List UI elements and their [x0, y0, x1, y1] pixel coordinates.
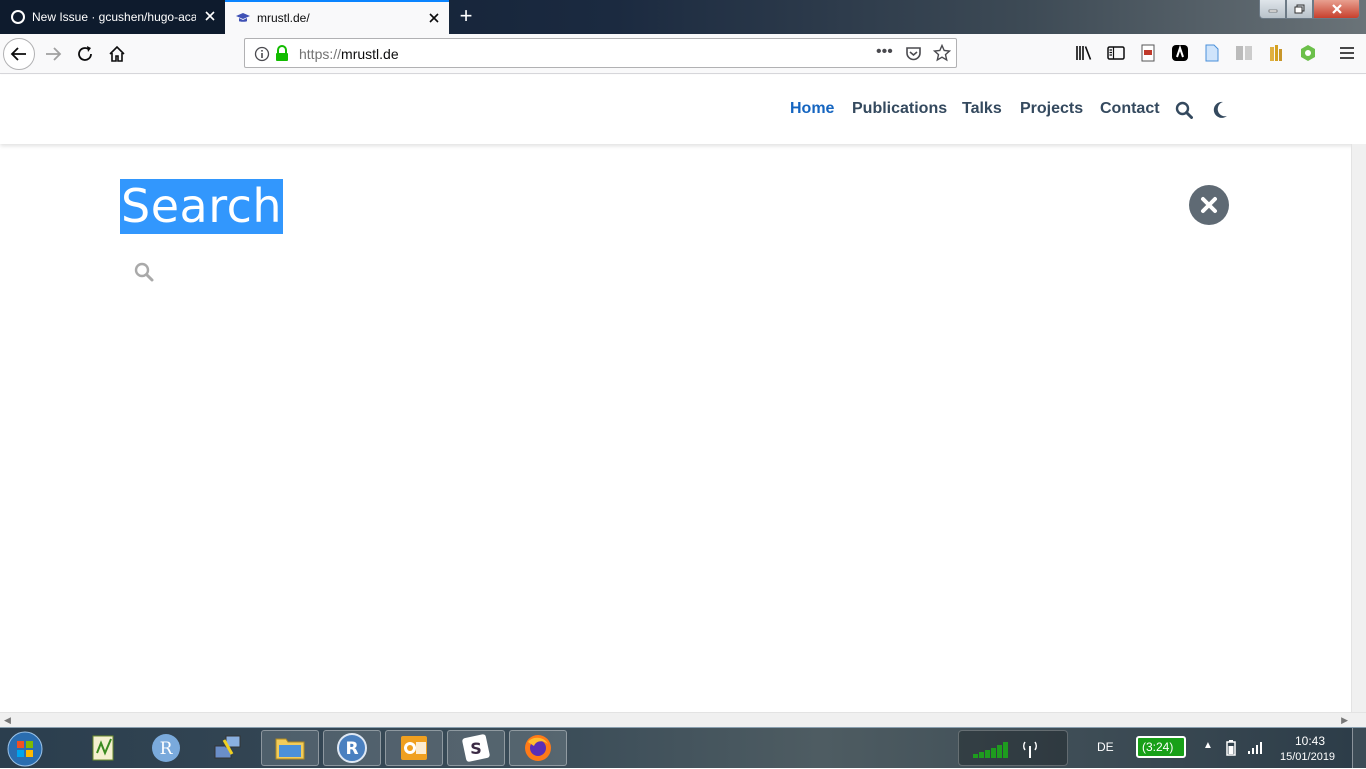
web-page: Home Publications Talks Projects Contact… — [0, 75, 1366, 712]
outlook-icon — [401, 736, 427, 760]
graduation-cap-icon — [235, 10, 251, 26]
extension-black-icon[interactable] — [1170, 43, 1190, 63]
search-icon[interactable] — [1175, 101, 1193, 124]
folder-icon — [275, 738, 305, 760]
slack-icon: S — [462, 734, 490, 762]
clock-date[interactable]: 15/01/2019 — [1280, 751, 1335, 763]
network-transfer-icon — [214, 735, 241, 759]
reader-extension-icon[interactable] — [1234, 43, 1254, 63]
tab-title: mrustl.de/ — [257, 11, 310, 25]
hamburger-menu-icon[interactable] — [1337, 43, 1357, 63]
new-tab-button[interactable]: + — [452, 4, 480, 30]
nav-contact[interactable]: Contact — [1100, 100, 1160, 118]
browser-toolbar: https://mrustl.de ••• — [0, 34, 1366, 74]
forward-button[interactable] — [37, 38, 69, 70]
close-tab-icon[interactable] — [427, 11, 441, 25]
sidebar-icon[interactable] — [1106, 43, 1126, 63]
tab-mrustl[interactable]: mrustl.de/ — [225, 0, 449, 34]
bookmark-star-icon[interactable] — [932, 43, 952, 67]
nav-projects[interactable]: Projects — [1020, 100, 1083, 118]
close-icon — [1201, 197, 1217, 213]
scroll-left-arrow-icon[interactable]: ◀ — [4, 715, 11, 726]
document-extension-icon[interactable] — [1202, 43, 1222, 63]
search-input[interactable] — [160, 257, 1220, 287]
svg-text:R: R — [160, 739, 174, 759]
network-bars-icon[interactable] — [1248, 740, 1264, 759]
url-bar[interactable]: https://mrustl.de ••• — [244, 38, 957, 68]
start-button[interactable] — [4, 729, 46, 769]
close-window-button[interactable] — [1313, 0, 1360, 19]
dark-mode-moon-icon[interactable] — [1212, 101, 1228, 124]
github-icon — [10, 9, 26, 25]
taskbar-network-transfer[interactable] — [199, 730, 257, 766]
close-tab-icon[interactable] — [203, 9, 217, 23]
window-controls — [1259, 0, 1360, 20]
browser-tab-strip: New Issue · gcushen/hugo-aca mrustl.de/ … — [0, 0, 1366, 34]
rstudio-icon: R — [337, 733, 367, 763]
scroll-right-arrow-icon[interactable]: ▶ — [1341, 715, 1348, 726]
battery-indicator[interactable]: (3:24) — [1136, 736, 1186, 758]
home-button[interactable] — [101, 38, 133, 70]
r-icon: R — [152, 734, 180, 762]
back-button[interactable] — [3, 38, 35, 70]
url-text[interactable]: https://mrustl.de — [299, 46, 399, 62]
taskbar-slack[interactable]: S — [447, 730, 505, 766]
nav-talks[interactable]: Talks — [962, 100, 1002, 118]
library-icon[interactable] — [1074, 43, 1094, 63]
search-field-icon — [133, 261, 155, 283]
nav-publications[interactable]: Publications — [852, 100, 947, 118]
show-desktop-button[interactable] — [1352, 728, 1366, 769]
nav-home[interactable]: Home — [790, 100, 834, 118]
reload-button[interactable] — [69, 38, 101, 70]
svg-text:R: R — [345, 739, 358, 759]
tray-widget-area — [958, 730, 1068, 766]
minimize-button[interactable] — [1259, 0, 1286, 19]
pdf-extension-icon[interactable] — [1138, 43, 1158, 63]
svg-text:S: S — [470, 739, 482, 758]
close-search-button[interactable] — [1189, 185, 1229, 225]
firefox-icon — [525, 735, 551, 761]
taskbar-r-gui[interactable]: R — [137, 730, 195, 766]
restore-button[interactable] — [1286, 0, 1313, 19]
taskbar-textpad[interactable] — [75, 730, 133, 766]
pocket-icon[interactable] — [905, 45, 922, 67]
show-hidden-icons-icon[interactable]: ▲ — [1203, 740, 1213, 751]
tab-github-issue[interactable]: New Issue · gcushen/hugo-aca — [0, 0, 225, 34]
green-extension-icon[interactable] — [1298, 43, 1318, 63]
search-heading: Search — [120, 179, 284, 234]
taskbar-file-explorer[interactable] — [261, 730, 319, 766]
signal-strength-icon[interactable] — [973, 741, 1017, 764]
page-actions-button[interactable]: ••• — [876, 43, 893, 61]
site-navbar: Home Publications Talks Projects Contact — [0, 75, 1366, 144]
tab-title: New Issue · gcushen/hugo-aca — [32, 10, 196, 24]
taskbar-rstudio[interactable]: R — [323, 730, 381, 766]
zotero-extension-icon[interactable] — [1266, 43, 1286, 63]
battery-time: (3:24) — [1142, 740, 1174, 754]
vertical-scrollbar[interactable] — [1351, 144, 1366, 712]
battery-small-icon[interactable] — [1226, 740, 1236, 761]
lock-icon[interactable] — [274, 45, 290, 67]
clock-time[interactable]: 10:43 — [1295, 734, 1325, 748]
taskbar-outlook[interactable] — [385, 730, 443, 766]
textpad-icon — [92, 735, 114, 761]
wireless-antenna-icon[interactable] — [1021, 739, 1039, 764]
info-icon[interactable] — [254, 46, 270, 67]
taskbar-firefox[interactable] — [509, 730, 567, 766]
language-indicator[interactable]: DE — [1097, 740, 1114, 754]
windows-taskbar: R R S DE (3:24) ▲ 10:43 15/01/2019 — [0, 727, 1366, 769]
horizontal-scrollbar[interactable]: ◀ ▶ — [0, 712, 1366, 727]
